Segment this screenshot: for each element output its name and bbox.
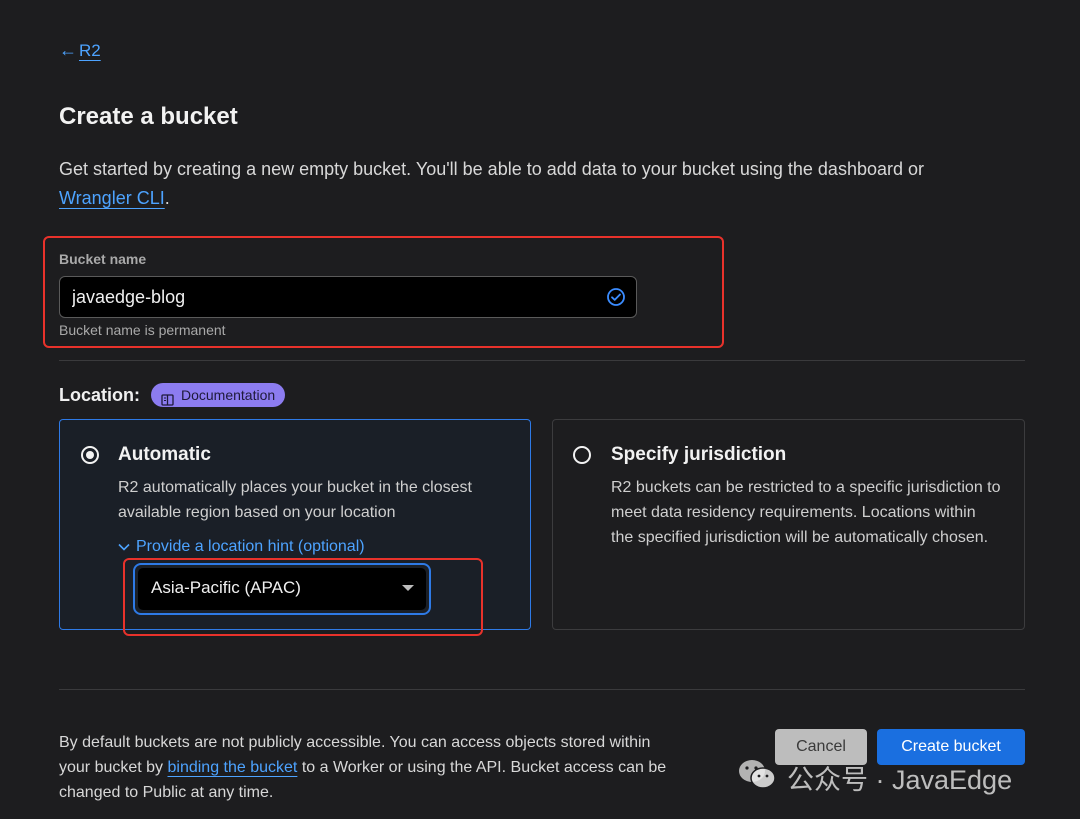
intro-text: Get started by creating a new empty buck…	[59, 155, 1019, 213]
watermark: 公众号 · JavaEdge	[737, 757, 1012, 798]
jurisdiction-description: R2 buckets can be restricted to a specif…	[611, 479, 1001, 546]
radio-automatic[interactable]	[81, 446, 99, 464]
location-hint-toggle-label: Provide a location hint (optional)	[136, 538, 365, 555]
intro-period: .	[164, 188, 170, 208]
documentation-button[interactable]: Documentation	[151, 383, 286, 407]
book-icon	[161, 389, 174, 413]
documentation-label: Documentation	[181, 387, 276, 403]
highlight-box-location-hint	[123, 558, 483, 636]
location-hint-toggle[interactable]: Provide a location hint (optional)	[118, 538, 365, 556]
back-link-label: R2	[79, 40, 101, 60]
bucket-name-label: Bucket name	[59, 251, 147, 267]
chevron-down-icon	[118, 538, 130, 556]
page-title: Create a bucket	[59, 103, 238, 130]
intro-body: Get started by creating a new empty buck…	[59, 159, 924, 179]
divider	[59, 689, 1025, 690]
automatic-title: Automatic	[118, 444, 211, 465]
back-link[interactable]: ← R2	[59, 40, 101, 61]
binding-bucket-link[interactable]: binding the bucket	[168, 759, 298, 776]
watermark-text: 公众号 · JavaEdge	[787, 765, 1013, 795]
wechat-icon	[737, 757, 777, 798]
location-option-jurisdiction[interactable]: Specify jurisdiction R2 buckets can be r…	[552, 419, 1025, 630]
jurisdiction-title: Specify jurisdiction	[611, 444, 787, 465]
bucket-name-field[interactable]	[59, 276, 637, 318]
radio-jurisdiction[interactable]	[573, 446, 591, 464]
location-label: Location:	[59, 385, 140, 405]
divider	[59, 360, 1025, 361]
bucket-name-input[interactable]	[70, 286, 594, 309]
arrow-left-icon: ←	[59, 40, 77, 60]
automatic-description: R2 automatically places your bucket in t…	[118, 479, 472, 521]
wrangler-cli-link[interactable]: Wrangler CLI	[59, 188, 165, 208]
access-notice: By default buckets are not publicly acce…	[59, 730, 679, 805]
bucket-name-hint: Bucket name is permanent	[59, 322, 226, 338]
check-circle-icon	[606, 287, 626, 312]
